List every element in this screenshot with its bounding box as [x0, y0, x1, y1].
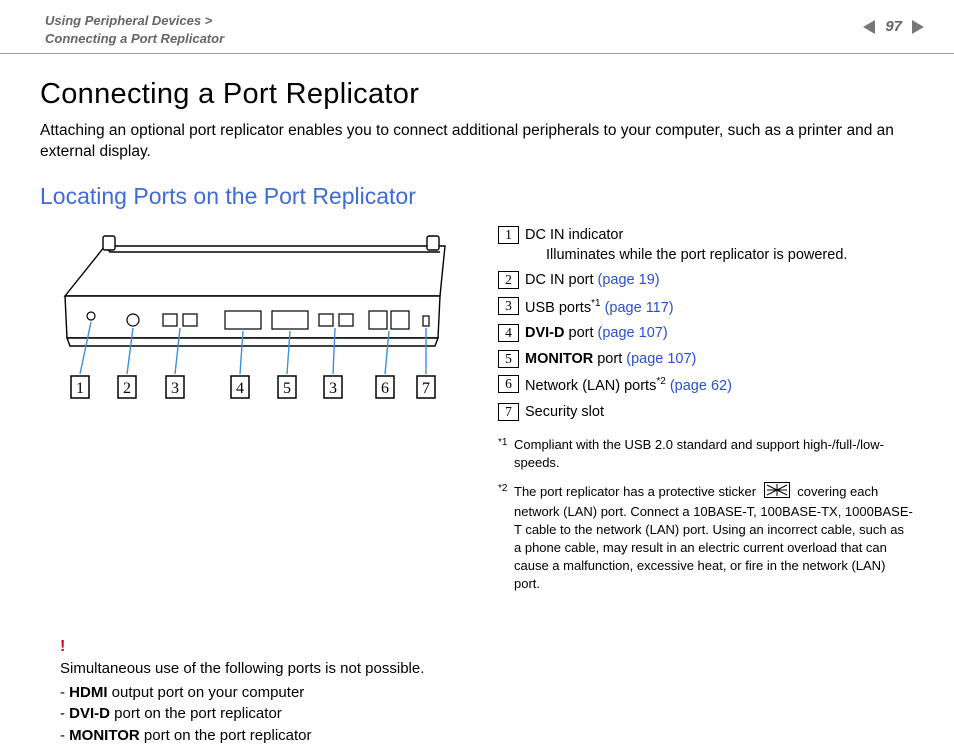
legend-label: USB ports	[525, 299, 591, 315]
legend-number-5-icon: 5	[498, 350, 519, 368]
footnotes: *1 Compliant with the USB 2.0 standard a…	[498, 436, 914, 593]
svg-text:4: 4	[236, 380, 244, 397]
footnote-text: Compliant with the USB 2.0 standard and …	[514, 436, 914, 472]
legend-item-1: 1 DC IN indicator Illuminates while the …	[498, 226, 914, 265]
port-replicator-svg: 1 2 3 4 5 3 6 7	[45, 226, 465, 411]
svg-text:2: 2	[123, 380, 131, 397]
prev-page-arrow-icon[interactable]	[863, 20, 875, 34]
legend-sublabel: Illuminates while the port replicator is…	[546, 246, 847, 266]
page-link[interactable]: (page 117)	[601, 299, 674, 315]
legend-number-4-icon: 4	[498, 324, 519, 342]
svg-text:3: 3	[329, 380, 337, 397]
legend-superscript: *1	[591, 298, 600, 309]
legend-item-2: 2 DC IN port (page 19)	[498, 271, 914, 291]
breadcrumb-level-2: Connecting a Port Replicator	[45, 30, 224, 48]
page-header: Using Peripheral Devices > Connecting a …	[0, 0, 954, 54]
legend-label: Network (LAN) ports	[525, 378, 656, 394]
sticker-icon	[764, 482, 790, 503]
legend-number-6-icon: 6	[498, 375, 519, 393]
footnote-mark: *2	[498, 482, 514, 496]
legend-item-4: 4 DVI-D port (page 107)	[498, 324, 914, 344]
legend-label: port	[564, 325, 597, 341]
svg-text:5: 5	[283, 380, 291, 397]
legend-bold-label: DVI-D	[525, 325, 564, 341]
footnote-text: The port replicator has a protective sti…	[514, 482, 914, 593]
svg-text:1: 1	[76, 380, 84, 397]
page-link[interactable]: (page 62)	[666, 378, 732, 394]
legend-superscript: *2	[656, 376, 665, 387]
caution-intro: Simultaneous use of the following ports …	[60, 658, 914, 680]
legend-item-5: 5 MONITOR port (page 107)	[498, 350, 914, 370]
caution-list: HDMI output port on your computer DVI-D …	[60, 682, 914, 747]
footnote-1: *1 Compliant with the USB 2.0 standard a…	[498, 436, 914, 472]
section-subtitle: Locating Ports on the Port Replicator	[40, 183, 914, 210]
next-page-arrow-icon[interactable]	[912, 20, 924, 34]
svg-text:3: 3	[171, 380, 179, 397]
legend-number-2-icon: 2	[498, 271, 519, 289]
legend-label: DC IN port	[525, 272, 598, 288]
caution-item: HDMI output port on your computer	[60, 682, 914, 704]
page-nav: 97	[863, 12, 924, 35]
page-link[interactable]: (page 107)	[598, 325, 668, 341]
page-link[interactable]: (page 107)	[626, 351, 696, 367]
legend-bold-label: MONITOR	[525, 351, 593, 367]
caution-item: DVI-D port on the port replicator	[60, 703, 914, 725]
port-legend: 1 DC IN indicator Illuminates while the …	[498, 226, 914, 603]
legend-number-7-icon: 7	[498, 403, 519, 421]
svg-text:7: 7	[422, 380, 430, 397]
breadcrumb-level-1: Using Peripheral Devices >	[45, 12, 224, 30]
page-link[interactable]: (page 19)	[598, 272, 660, 288]
caution-bang-icon: !	[60, 635, 914, 658]
page-number: 97	[885, 18, 902, 35]
legend-number-1-icon: 1	[498, 226, 519, 244]
footnote-2: *2 The port replicator has a protective …	[498, 482, 914, 593]
svg-text:6: 6	[381, 380, 389, 397]
legend-label: port	[593, 351, 626, 367]
legend-label: DC IN indicator	[525, 227, 623, 243]
page-title: Connecting a Port Replicator	[40, 78, 914, 111]
legend-number-3-icon: 3	[498, 297, 519, 315]
legend-item-3: 3 USB ports*1 (page 117)	[498, 297, 914, 318]
legend-label: Security slot	[525, 403, 604, 423]
footnote-mark: *1	[498, 436, 514, 450]
port-replicator-figure: 1 2 3 4 5 3 6 7	[40, 226, 470, 603]
page-content: Connecting a Port Replicator Attaching a…	[0, 54, 954, 747]
caution-block: ! Simultaneous use of the following port…	[40, 635, 914, 747]
intro-paragraph: Attaching an optional port replicator en…	[40, 121, 914, 163]
breadcrumb: Using Peripheral Devices > Connecting a …	[45, 12, 224, 47]
legend-item-7: 7 Security slot	[498, 403, 914, 423]
caution-item: MONITOR port on the port replicator	[60, 725, 914, 747]
legend-item-6: 6 Network (LAN) ports*2 (page 62)	[498, 375, 914, 396]
